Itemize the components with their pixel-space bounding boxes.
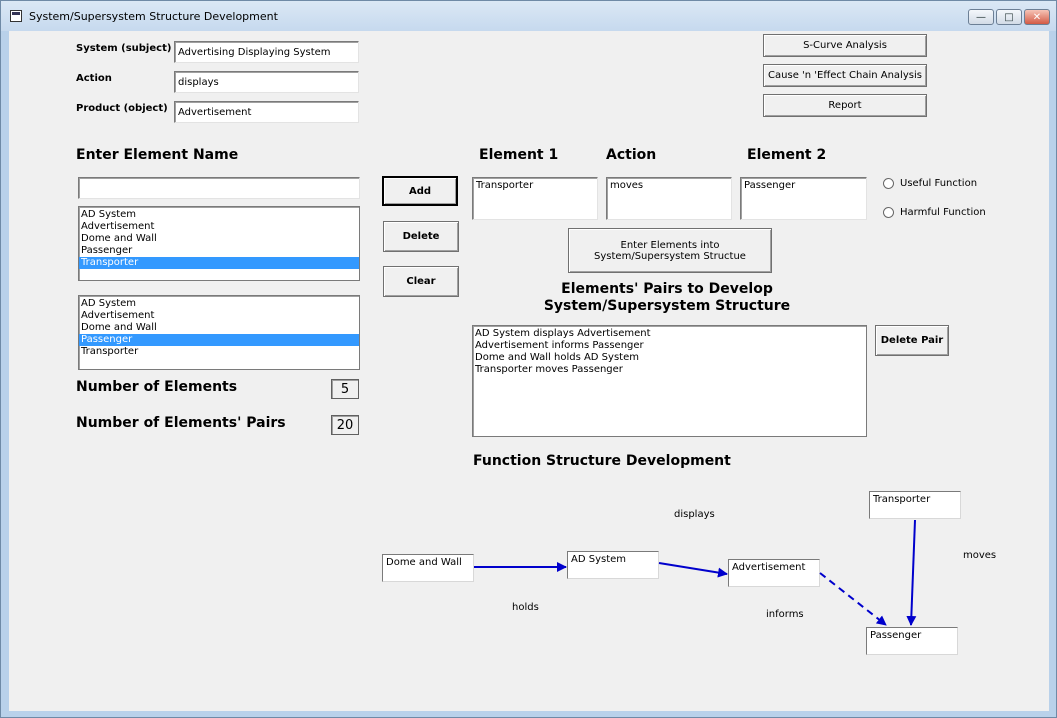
element-listbox[interactable]: AD System Advertisement Dome and Wall Passe…	[78, 206, 360, 281]
list-item[interactable]: AD System	[79, 298, 359, 310]
node-passenger[interactable]: Passenger	[866, 627, 958, 655]
function-structure-heading: Function Structure Development	[473, 453, 731, 469]
number-of-elements-value: 5	[331, 379, 359, 399]
delete-pair-button[interactable]: Delete Pair	[875, 325, 949, 356]
radio-unchecked-icon	[883, 207, 894, 218]
list-item[interactable]: Dome and Wall	[79, 233, 359, 245]
node-transporter[interactable]: Transporter	[869, 491, 961, 519]
system-label: System (subject)	[76, 43, 172, 54]
list-item[interactable]: Transporter	[79, 257, 359, 269]
pair-action-input[interactable]: moves	[606, 177, 732, 220]
app-icon	[10, 10, 22, 22]
delete-button[interactable]: Delete	[383, 221, 459, 252]
pair-list-item[interactable]: Transporter moves Passenger	[473, 364, 866, 376]
product-label: Product (object)	[76, 103, 168, 114]
pairs-listbox[interactable]: AD System displays Advertisement Advertis…	[472, 325, 867, 437]
add-button[interactable]: Add	[382, 176, 458, 206]
arrow-moves	[906, 519, 917, 626]
application-window: System/Supersystem Structure Development…	[0, 0, 1057, 718]
pair-action-label: Action	[606, 147, 657, 163]
pair-list-item[interactable]: Advertisement informs Passenger	[473, 340, 866, 352]
edge-label-displays: displays	[674, 509, 715, 520]
harmful-function-label: Harmful Function	[900, 207, 986, 218]
element2-input[interactable]: Passenger	[740, 177, 867, 220]
client-area: System (subject) Action Product (object)…	[9, 31, 1049, 711]
number-of-elements-label: Number of Elements	[76, 379, 238, 395]
element-name-input[interactable]	[78, 177, 360, 199]
scurve-analysis-button[interactable]: S-Curve Analysis	[763, 34, 927, 57]
pairs-heading: Elements' Pairs to Develop System/Supers…	[472, 281, 862, 315]
harmful-function-radio[interactable]: Harmful Function	[883, 207, 986, 218]
node-ad-system[interactable]: AD System	[567, 551, 659, 579]
list-item[interactable]: AD System	[79, 209, 359, 221]
list-item[interactable]: Advertisement	[79, 221, 359, 233]
clear-button[interactable]: Clear	[383, 266, 459, 297]
edge-label-holds: holds	[512, 602, 539, 613]
radio-unchecked-icon	[883, 178, 894, 189]
minimize-button[interactable]: —	[968, 9, 994, 25]
element-pair-listbox[interactable]: AD System Advertisement Dome and Wall Passe…	[78, 295, 360, 370]
arrow-informs	[819, 572, 887, 626]
list-item[interactable]: Transporter	[79, 346, 359, 358]
useful-function-radio[interactable]: Useful Function	[883, 178, 977, 189]
maximize-icon: □	[1004, 11, 1014, 23]
system-input[interactable]	[174, 41, 359, 63]
title-bar[interactable]: System/Supersystem Structure Development…	[1, 1, 1056, 31]
close-button[interactable]: ✕	[1024, 9, 1050, 25]
action-input[interactable]	[174, 71, 359, 93]
enter-elements-button[interactable]: Enter Elements into System/Supersystem S…	[568, 228, 772, 273]
action-label: Action	[76, 73, 112, 84]
number-of-pairs-value: 20	[331, 415, 359, 435]
edge-label-moves: moves	[963, 550, 997, 561]
arrow-displays	[658, 562, 728, 578]
product-input[interactable]	[174, 101, 359, 123]
maximize-button[interactable]: □	[996, 9, 1022, 25]
pairs-heading-line1: Elements' Pairs to Develop	[561, 281, 773, 297]
element1-input[interactable]: Transporter	[472, 177, 598, 220]
list-item[interactable]: Passenger	[79, 245, 359, 257]
window-title: System/Supersystem Structure Development	[29, 10, 278, 23]
edge-label-informs: informs	[766, 609, 804, 620]
number-of-pairs-label: Number of Elements' Pairs	[76, 415, 286, 431]
report-button[interactable]: Report	[763, 94, 927, 117]
list-item[interactable]: Passenger	[79, 334, 359, 346]
list-item[interactable]: Advertisement	[79, 310, 359, 322]
list-item[interactable]: Dome and Wall	[79, 322, 359, 334]
pair-list-item[interactable]: AD System displays Advertisement	[473, 328, 866, 340]
element1-label: Element 1	[479, 147, 559, 163]
node-dome-and-wall[interactable]: Dome and Wall	[382, 554, 474, 582]
node-advertisement[interactable]: Advertisement	[728, 559, 820, 587]
useful-function-label: Useful Function	[900, 178, 978, 189]
element2-label: Element 2	[747, 147, 827, 163]
pair-list-item[interactable]: Dome and Wall holds AD System	[473, 352, 866, 364]
cause-effect-analysis-button[interactable]: Cause 'n 'Effect Chain Analysis	[763, 64, 927, 87]
minimize-icon: —	[976, 11, 986, 23]
close-icon: ✕	[1032, 11, 1042, 23]
pairs-heading-line2: System/Supersystem Structure	[543, 298, 791, 314]
enter-element-name-label: Enter Element Name	[76, 147, 239, 163]
